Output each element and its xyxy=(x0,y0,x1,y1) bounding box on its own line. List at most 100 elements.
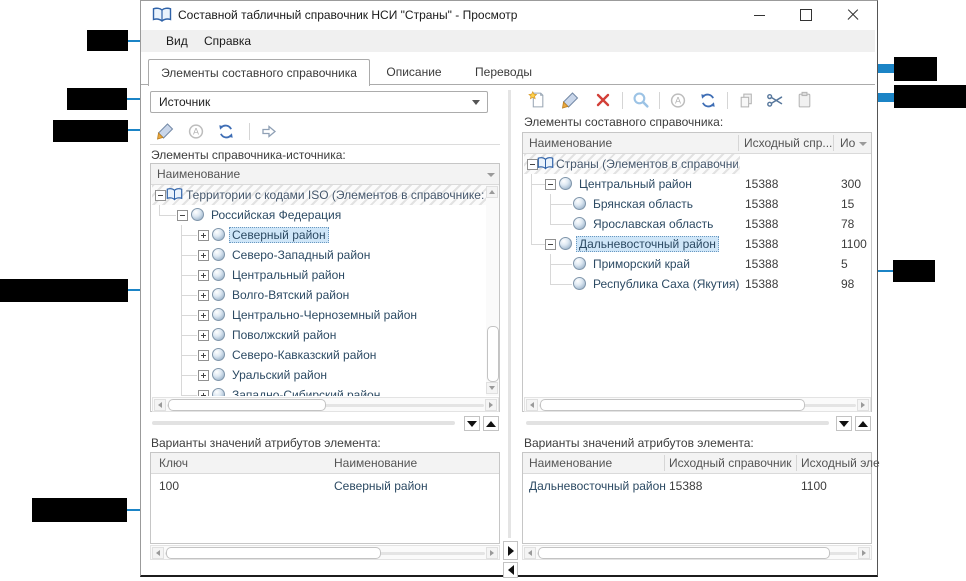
paste-button[interactable] xyxy=(795,91,813,109)
scrollbar-thumb[interactable] xyxy=(168,399,326,411)
expand-icon[interactable] xyxy=(198,230,209,241)
refresh-button[interactable] xyxy=(699,91,717,109)
menu-view[interactable]: Вид xyxy=(166,34,188,48)
scroll-down-button[interactable] xyxy=(486,382,498,394)
header-dropdown-button[interactable] xyxy=(484,168,497,181)
collapse-icon[interactable] xyxy=(545,179,556,190)
tree-row-root[interactable]: Страны (Элементов в справочнике xyxy=(524,154,872,174)
search-button[interactable] xyxy=(632,91,650,109)
header-dropdown-button[interactable] xyxy=(856,137,869,150)
tree-row[interactable]: Западно-Сибирский район xyxy=(152,385,486,396)
column-divider[interactable] xyxy=(833,135,834,151)
tree-row-root[interactable]: Территории с кодами ISO (Элементов в спр… xyxy=(152,185,486,205)
tree-row[interactable]: Центрально-Черноземный район xyxy=(152,305,486,325)
tree-row[interactable]: Центральный район 15388 300 xyxy=(524,174,872,194)
auto-search-button[interactable]: A xyxy=(187,122,205,140)
scroll-left-button[interactable] xyxy=(526,399,538,411)
expand-icon[interactable] xyxy=(198,270,209,281)
column-header-name[interactable]: Наименование xyxy=(334,456,417,470)
tree-row[interactable]: Северный район xyxy=(152,225,486,245)
tree-row[interactable]: Уральский район xyxy=(152,365,486,385)
splitter-groove[interactable] xyxy=(526,421,829,425)
copy-button[interactable] xyxy=(737,91,755,109)
expand-icon[interactable] xyxy=(198,330,209,341)
tree-row[interactable]: Российская Федерация xyxy=(152,205,486,225)
edit-button[interactable] xyxy=(561,91,579,109)
minimize-button[interactable] xyxy=(744,4,774,26)
column-header-elem[interactable]: Исходный эле xyxy=(801,456,880,470)
tree-row[interactable]: Центральный район xyxy=(152,265,486,285)
splitter-down-button[interactable] xyxy=(836,416,852,431)
menu-help[interactable]: Справка xyxy=(204,34,251,48)
collapse-icon[interactable] xyxy=(545,239,556,250)
column-divider[interactable] xyxy=(664,455,665,471)
scroll-right-button[interactable] xyxy=(858,547,870,559)
expand-icon[interactable] xyxy=(198,370,209,381)
right-attrs-header[interactable]: Наименование Исходный справочник Исходны… xyxy=(523,453,871,474)
tab-translations[interactable]: Переводы xyxy=(460,59,547,84)
close-button[interactable] xyxy=(838,4,868,26)
tab-elements[interactable]: Элементы составного справочника xyxy=(148,59,370,86)
scrollbar-thumb[interactable] xyxy=(538,547,830,559)
splitter-left-button[interactable] xyxy=(503,562,518,578)
scroll-right-button[interactable] xyxy=(857,399,869,411)
tree-row[interactable]: Поволжский район xyxy=(152,325,486,345)
collapse-icon[interactable] xyxy=(155,190,166,201)
expand-icon[interactable] xyxy=(198,250,209,261)
column-header-source[interactable]: Исходный спр... xyxy=(744,136,832,150)
column-header-elem[interactable]: Ио xyxy=(840,136,855,150)
scrollbar-thumb[interactable] xyxy=(540,399,805,411)
tree-row[interactable]: Республика Саха (Якутия) 15388 98 xyxy=(524,274,872,294)
scrollbar-thumb[interactable] xyxy=(487,326,499,382)
scroll-left-button[interactable] xyxy=(152,547,164,559)
tree-row[interactable]: Северо-Кавказский район xyxy=(152,345,486,365)
tree-row[interactable]: Северо-Западный район xyxy=(152,245,486,265)
expand-icon[interactable] xyxy=(198,350,209,361)
left-grid-header[interactable]: Наименование xyxy=(151,164,499,185)
auto-search-button[interactable]: A xyxy=(669,91,687,109)
column-header-key[interactable]: Ключ xyxy=(159,456,188,470)
horizontal-scrollbar[interactable] xyxy=(522,545,872,560)
right-grid-header[interactable]: Наименование Исходный спр... Ио xyxy=(523,133,871,154)
tree-row[interactable]: Дальневосточный район 15388 1100 xyxy=(524,234,872,254)
left-attrs-header[interactable]: Ключ Наименование xyxy=(151,453,499,474)
collapse-icon[interactable] xyxy=(177,210,188,221)
expand-icon[interactable] xyxy=(198,310,209,321)
scroll-right-button[interactable] xyxy=(485,399,497,411)
scrollbar-thumb[interactable] xyxy=(166,547,381,559)
maximize-button[interactable] xyxy=(791,4,821,26)
splitter-up-button[interactable] xyxy=(855,416,871,431)
table-row[interactable]: Дальневосточный район 15388 1100 xyxy=(523,476,871,496)
column-divider[interactable] xyxy=(738,135,739,151)
tree-row[interactable]: Брянская область 15388 15 xyxy=(524,194,872,214)
expand-icon[interactable] xyxy=(198,290,209,301)
column-header-name[interactable]: Наименование xyxy=(529,456,612,470)
add-item-button[interactable] xyxy=(528,91,546,109)
splitter-up-button[interactable] xyxy=(483,416,499,431)
horizontal-scrollbar[interactable] xyxy=(150,545,500,560)
cut-button[interactable] xyxy=(766,91,784,109)
table-row[interactable]: 100 Северный район xyxy=(151,476,499,496)
expand-icon[interactable] xyxy=(198,390,209,396)
tree-row[interactable]: Волго-Вятский район xyxy=(152,285,486,305)
column-header-name[interactable]: Наименование xyxy=(529,136,612,150)
splitter-groove[interactable] xyxy=(152,421,455,425)
splitter-down-button[interactable] xyxy=(464,416,480,431)
center-splitter[interactable] xyxy=(508,90,511,538)
horizontal-scrollbar[interactable] xyxy=(524,397,871,412)
source-combobox[interactable]: Источник xyxy=(150,91,488,113)
delete-button[interactable] xyxy=(594,91,612,109)
column-header-source[interactable]: Исходный справочник xyxy=(669,456,792,470)
column-divider[interactable] xyxy=(796,455,797,471)
scroll-left-button[interactable] xyxy=(154,399,166,411)
tree-row[interactable]: Ярославская область 15388 78 xyxy=(524,214,872,234)
edit-button[interactable] xyxy=(156,122,174,140)
horizontal-scrollbar[interactable] xyxy=(152,397,499,412)
scroll-left-button[interactable] xyxy=(524,547,536,559)
refresh-button[interactable] xyxy=(217,122,235,140)
forward-button[interactable] xyxy=(260,122,278,140)
vertical-scrollbar[interactable] xyxy=(486,185,499,396)
scroll-up-button[interactable] xyxy=(486,186,498,198)
tree-row[interactable]: Приморский край 15388 5 xyxy=(524,254,872,274)
tab-description[interactable]: Описание xyxy=(368,59,460,84)
